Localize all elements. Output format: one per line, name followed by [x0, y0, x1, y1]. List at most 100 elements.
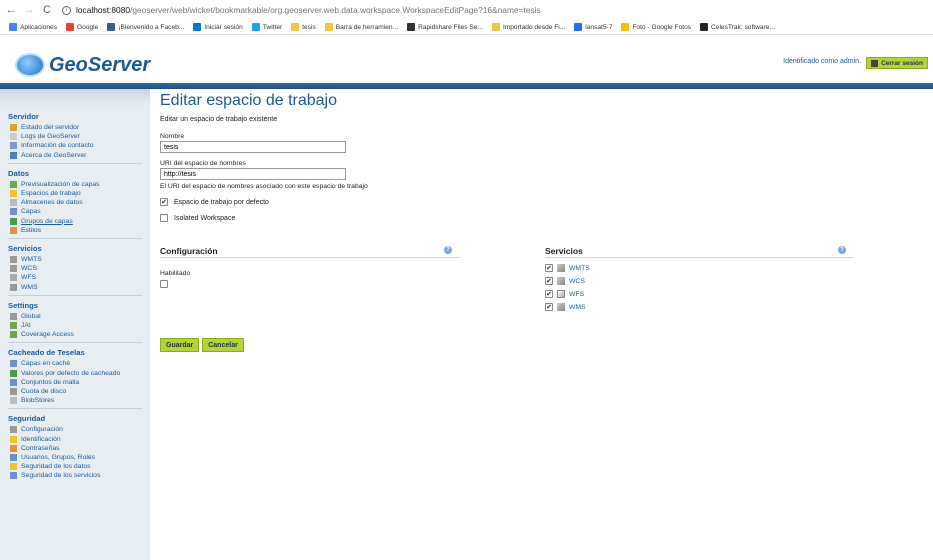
sidebar-item[interactable]: Usuarios, Grupos, Roles — [8, 453, 142, 462]
address-bar[interactable]: i localhost:8080/geoserver/web/wicket/bo… — [62, 5, 541, 15]
sidebar-item-icon — [10, 435, 17, 443]
sidebar-item[interactable]: Estilos — [8, 226, 142, 235]
sidebar-item[interactable]: Contraseñas — [8, 444, 142, 453]
sidebar-item[interactable]: Espacios de trabajo — [8, 189, 142, 198]
sidebar-item[interactable]: Global — [8, 312, 142, 321]
service-checkbox[interactable]: ✔ — [545, 277, 553, 285]
sidebar-item-label: WMTS — [21, 256, 42, 264]
bookmark-icon — [66, 23, 75, 31]
logout-button[interactable]: Cerrar sesión — [866, 57, 928, 69]
bookmark-item[interactable]: lansat5-7 — [574, 23, 612, 31]
sidebar-item[interactable]: Previsualización de capas — [8, 180, 142, 189]
default-workspace-checkbox[interactable]: ✔ — [160, 198, 168, 206]
sidebar-item[interactable]: Cuota de disco — [8, 387, 142, 396]
sidebar-item-icon — [10, 378, 17, 386]
service-label: WCS — [569, 277, 585, 285]
bookmark-item[interactable]: CelesTrak: software... — [700, 23, 775, 31]
isolated-workspace-row: Isolated Workspace — [160, 214, 860, 222]
bookmark-item[interactable]: Importado desde Fi... — [491, 23, 565, 31]
bookmark-icon — [700, 23, 709, 31]
sidebar-item[interactable]: Estado del servidor — [8, 123, 142, 132]
sidebar-item-label: Global — [21, 312, 41, 320]
config-title: Configuración — [160, 246, 218, 256]
name-label: Nombre — [160, 133, 185, 140]
bookmark-item[interactable]: Google — [66, 23, 98, 31]
isolated-workspace-checkbox[interactable] — [160, 214, 168, 222]
enabled-checkbox[interactable] — [160, 280, 168, 288]
sidebar-item[interactable]: Logs de GeoServer — [8, 132, 142, 141]
bookmark-icon — [107, 23, 116, 31]
page-title: Editar espacio de trabajo — [160, 92, 337, 109]
sidebar-item[interactable]: Acerca de GeoServer — [8, 151, 142, 160]
bookmark-item[interactable]: Aplicaciones — [9, 23, 57, 31]
save-button[interactable]: Guardar — [160, 338, 200, 352]
sidebar-section: Datos Previsualización de capas Espacios d… — [0, 162, 150, 235]
bookmark-icon — [9, 23, 17, 31]
sidebar-section: Settings Global JAI Coverage Access — [0, 294, 150, 340]
sidebar-item-icon — [10, 256, 17, 264]
back-icon[interactable]: ← — [4, 3, 18, 17]
main-content: Editar espacio de trabajo Editar un espa… — [160, 92, 860, 352]
help-icon[interactable]: ? — [838, 246, 846, 254]
sidebar-item[interactable]: WMTS — [8, 255, 142, 264]
sidebar-item[interactable]: Almacenes de datos — [8, 198, 142, 207]
service-row: ✔ WMS — [545, 303, 854, 311]
sidebar-item-icon — [10, 142, 17, 150]
sidebar-divider — [8, 408, 142, 410]
sidebar-item[interactable]: Conjuntos de malla — [8, 378, 142, 387]
cancel-button[interactable]: Cancelar — [202, 338, 244, 352]
service-checkbox[interactable]: ✔ — [545, 290, 553, 298]
sidebar-item-icon — [10, 274, 17, 282]
sidebar-item[interactable]: Seguridad de los servicios — [8, 471, 142, 480]
sidebar-item[interactable]: Capas — [8, 207, 142, 216]
bookmark-item[interactable]: Barra de herramien... — [324, 23, 398, 31]
bookmark-item[interactable]: ¡Bienvenido a Faceb... — [107, 23, 184, 31]
sidebar-item-icon — [10, 208, 17, 216]
sidebar-item[interactable]: Información de contacto — [8, 141, 142, 150]
reload-icon[interactable]: C — [40, 3, 54, 17]
sidebar-divider — [8, 342, 142, 344]
sidebar-item[interactable]: Grupos de capas — [8, 217, 142, 226]
bookmark-item[interactable]: Iniciar sesión — [193, 23, 243, 31]
service-checkbox[interactable]: ✔ — [545, 303, 553, 311]
bookmark-label: Twitter — [262, 23, 283, 31]
sidebar-item[interactable]: BlobStores — [8, 396, 142, 405]
uri-input[interactable] — [160, 168, 346, 180]
service-checkbox[interactable]: ✔ — [545, 264, 553, 272]
sidebar-item-icon — [10, 454, 17, 462]
sidebar-item-label: Identificación — [21, 435, 61, 443]
config-panel: Configuración ? Habilitado — [160, 246, 460, 288]
sidebar-item[interactable]: Valores por defecto de cacheado — [8, 369, 142, 378]
sidebar-item-icon — [10, 265, 17, 273]
logo-text: GeoServer — [49, 53, 151, 76]
bookmark-item[interactable]: Twitter — [251, 23, 283, 31]
bookmark-item[interactable]: Foto - Google Fotos — [621, 23, 691, 31]
sidebar-item-label: Conjuntos de malla — [21, 378, 80, 386]
sidebar-item[interactable]: WFS — [8, 273, 142, 282]
sidebar-item[interactable]: Configuración — [8, 425, 142, 434]
form-buttons: Guardar Cancelar — [160, 338, 247, 352]
logout-label: Cerrar sesión — [881, 59, 923, 67]
sidebar-section-title: Seguridad — [8, 414, 46, 424]
sidebar-item[interactable]: JAI — [8, 321, 142, 330]
sidebar-item[interactable]: WMS — [8, 283, 142, 292]
bookmark-label: tesis — [302, 23, 316, 31]
bookmark-item[interactable]: Rapidshare Files Se... — [407, 23, 483, 31]
forward-icon[interactable]: → — [22, 3, 36, 17]
help-icon[interactable]: ? — [444, 246, 452, 254]
sidebar-item-icon — [10, 151, 17, 159]
service-row: ✔ WFS — [545, 290, 854, 298]
sidebar-divider — [8, 294, 142, 296]
bookmark-label: Google — [77, 23, 99, 31]
geoserver-logo[interactable]: GeoServer — [15, 53, 150, 77]
sidebar-item[interactable]: WCS — [8, 264, 142, 273]
sidebar-section-title: Settings — [8, 300, 38, 310]
sidebar-item[interactable]: Coverage Access — [8, 330, 142, 339]
name-input[interactable] — [160, 141, 346, 153]
bookmark-item[interactable]: tesis — [291, 23, 316, 31]
sidebar-item[interactable]: Identificación — [8, 435, 142, 444]
info-icon[interactable]: i — [62, 5, 71, 15]
sidebar-item[interactable]: Capas en caché — [8, 359, 142, 368]
sidebar-item[interactable]: Seguridad de los datos — [8, 462, 142, 471]
sidebar-item-label: Espacios de trabajo — [21, 190, 81, 198]
